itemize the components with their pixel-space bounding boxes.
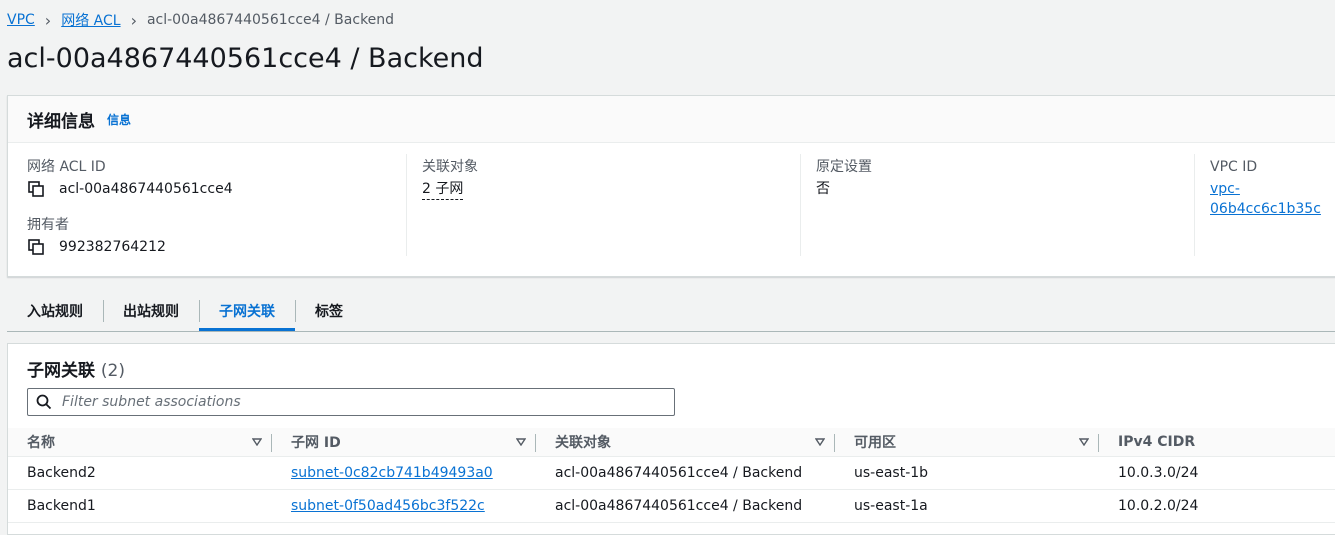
tab-outbound-rules[interactable]: 出站规则 [103, 292, 199, 330]
page-title: acl-00a4867440561cce4 / Backend [7, 43, 484, 74]
owner-label: 拥有者 [27, 217, 69, 233]
details-header: 详细信息 信息 [8, 96, 1335, 143]
tab-inbound-rules[interactable]: 入站规则 [7, 292, 103, 330]
divider [406, 154, 407, 256]
sort-caret-icon[interactable] [516, 438, 526, 446]
cell-association: acl-00a4867440561cce4 / Backend [536, 489, 835, 523]
cell-cidr: 10.0.2.0/24 [1099, 489, 1335, 523]
tab-bar: 入站规则 出站规则 子网关联 标签 [7, 292, 1335, 332]
column-name-label: 名称 [27, 435, 55, 451]
acl-id-label: 网络 ACL ID [27, 159, 106, 175]
cell-name: Backend2 [8, 456, 272, 490]
column-association-label: 关联对象 [555, 435, 611, 451]
association-value[interactable]: 2 子网 [422, 179, 464, 200]
count-badge: (2) [100, 361, 126, 381]
subnet-table: 名称 子网 ID 关联对象 可用区 IPv4 CIDR Backend2 sub… [8, 428, 1335, 523]
copy-icon[interactable] [27, 180, 45, 198]
search-box[interactable] [27, 388, 675, 416]
acl-id-value: acl-00a4867440561cce4 [59, 181, 233, 197]
owner-value: 992382764212 [59, 239, 166, 255]
cell-az: us-east-1a [835, 489, 1099, 523]
divider [1194, 154, 1195, 256]
vpc-id-label: VPC ID [1210, 159, 1258, 175]
default-label: 原定设置 [816, 159, 872, 175]
chevron-right-icon: › [44, 10, 52, 30]
association-column: 关联对象 2 子网 [422, 158, 478, 200]
panel-title-text: 子网关联 [27, 361, 95, 381]
subnet-id-link[interactable]: subnet-0f50ad456bc3f522c [291, 498, 485, 514]
vpc-id-link[interactable]: vpc-06b4cc6c1b35c [1210, 179, 1335, 219]
details-panel: 详细信息 信息 网络 ACL ID acl-00a4867440561cce4 … [7, 95, 1335, 277]
column-header-az[interactable]: 可用区 [835, 428, 1099, 457]
cell-az: us-east-1b [835, 456, 1099, 490]
subnet-id-link[interactable]: subnet-0c82cb741b49493a0 [291, 465, 493, 481]
subnet-associations-title: 子网关联 (2) [27, 356, 125, 381]
column-header-subnet-id[interactable]: 子网 ID [272, 428, 536, 457]
column-subnet-id-label: 子网 ID [291, 435, 341, 451]
details-title: 详细信息 [27, 111, 95, 132]
table-header-row: 名称 子网 ID 关联对象 可用区 IPv4 CIDR [8, 428, 1335, 457]
sort-caret-icon[interactable] [815, 438, 825, 446]
breadcrumb: VPC › 网络 ACL › acl-00a4867440561cce4 / B… [7, 10, 394, 30]
column-header-cidr[interactable]: IPv4 CIDR [1099, 428, 1335, 457]
vpc-column: VPC ID vpc-06b4cc6c1b35c [1210, 158, 1335, 219]
tab-tags[interactable]: 标签 [295, 292, 363, 330]
breadcrumb-acl-link[interactable]: 网络 ACL [61, 10, 120, 30]
table-row[interactable]: Backend2 subnet-0c82cb741b49493a0 acl-00… [8, 456, 1335, 490]
default-column: 原定设置 否 [816, 158, 872, 199]
column-az-label: 可用区 [854, 435, 896, 451]
acl-id-column: 网络 ACL ID acl-00a4867440561cce4 拥有者 9923… [27, 158, 233, 257]
subnet-associations-panel: 子网关联 (2) 名称 子网 ID 关 [7, 343, 1335, 535]
chevron-right-icon: › [130, 10, 137, 30]
table-row[interactable]: Backend1 subnet-0f50ad456bc3f522c acl-00… [8, 489, 1335, 523]
column-cidr-label: IPv4 CIDR [1118, 434, 1196, 450]
association-label: 关联对象 [422, 159, 478, 175]
breadcrumb-vpc-link[interactable]: VPC [7, 12, 35, 28]
search-input[interactable] [60, 393, 664, 411]
copy-icon[interactable] [27, 238, 45, 256]
tab-subnet-associations[interactable]: 子网关联 [199, 292, 295, 331]
search-icon [36, 394, 52, 410]
divider [800, 154, 801, 256]
column-header-name[interactable]: 名称 [8, 428, 272, 457]
breadcrumb-current: acl-00a4867440561cce4 / Backend [146, 12, 395, 28]
column-header-association[interactable]: 关联对象 [536, 428, 835, 457]
sort-caret-icon[interactable] [252, 438, 262, 446]
info-link[interactable]: 信息 [107, 111, 131, 128]
cell-cidr: 10.0.3.0/24 [1099, 456, 1335, 490]
cell-association: acl-00a4867440561cce4 / Backend [536, 456, 835, 490]
default-value: 否 [816, 181, 830, 197]
cell-name: Backend1 [8, 489, 272, 523]
sort-caret-icon[interactable] [1079, 438, 1089, 446]
